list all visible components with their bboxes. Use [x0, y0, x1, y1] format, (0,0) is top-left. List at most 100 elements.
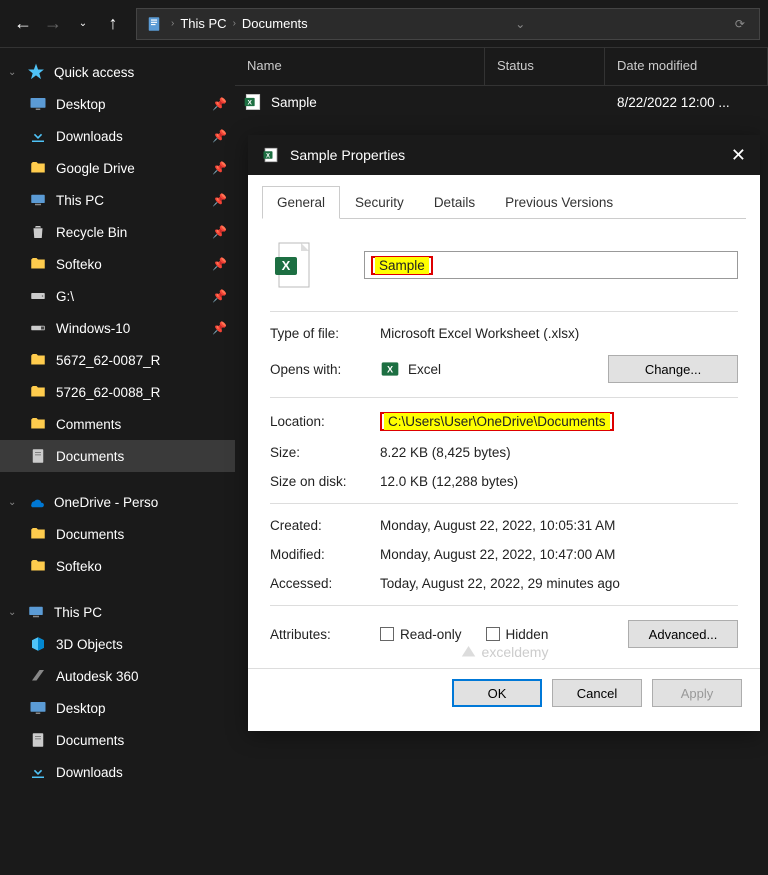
- properties-dialog: X Sample Properties ✕ General Security D…: [248, 135, 760, 731]
- attributes-label: Attributes:: [270, 627, 380, 642]
- downloads-icon: [28, 762, 48, 782]
- dialog-tabs: General Security Details Previous Versio…: [262, 185, 746, 219]
- tab-security[interactable]: Security: [340, 186, 419, 219]
- folder-icon: [28, 350, 48, 370]
- sidebar-item-desktop[interactable]: Desktop 📌: [0, 88, 235, 120]
- hidden-checkbox[interactable]: Hidden: [486, 627, 549, 642]
- sidebar-item-pc-downloads[interactable]: Downloads: [0, 756, 235, 788]
- up-button[interactable]: ↑: [98, 9, 128, 39]
- chevron-down-icon[interactable]: ⌄: [8, 67, 22, 78]
- file-type-icon: X: [270, 237, 316, 293]
- sidebar-item-od-documents[interactable]: Documents: [0, 518, 235, 550]
- sidebar-item-pc-documents[interactable]: Documents: [0, 724, 235, 756]
- type-value: Microsoft Excel Worksheet (.xlsx): [380, 326, 738, 341]
- back-button[interactable]: ←: [8, 9, 38, 39]
- documents-icon: [28, 730, 48, 750]
- pin-icon: 📌: [212, 225, 227, 239]
- forward-button[interactable]: →: [38, 9, 68, 39]
- this-pc[interactable]: ⌄ This PC: [0, 596, 235, 628]
- readonly-label: Read-only: [400, 627, 462, 642]
- svg-text:X: X: [387, 364, 394, 374]
- sidebar-item-windows10[interactable]: Windows-10 📌: [0, 312, 235, 344]
- excel-icon: X: [262, 146, 280, 164]
- excel-app-icon: X: [380, 359, 400, 379]
- navigation-tree[interactable]: ⌄ Quick access Desktop 📌 Downloads 📌 Goo…: [0, 48, 235, 875]
- advanced-button[interactable]: Advanced...: [628, 620, 738, 648]
- sidebar-item-label: This PC: [56, 193, 104, 208]
- thispc-icon: [26, 602, 46, 622]
- size-value: 8.22 KB (8,425 bytes): [380, 445, 738, 460]
- modified-label: Modified:: [270, 547, 380, 562]
- checkbox-icon: [486, 627, 500, 641]
- accessed-value: Today, August 22, 2022, 29 minutes ago: [380, 576, 738, 591]
- dialog-titlebar[interactable]: X Sample Properties ✕: [248, 135, 760, 175]
- tab-previous-versions[interactable]: Previous Versions: [490, 186, 628, 219]
- sidebar-item-autodesk[interactable]: Autodesk 360: [0, 660, 235, 692]
- size-label: Size:: [270, 445, 380, 460]
- column-status[interactable]: Status: [485, 48, 605, 85]
- sidebar-item-pc-desktop[interactable]: Desktop: [0, 692, 235, 724]
- file-row[interactable]: X Sample 8/22/2022 12:00 ...: [235, 86, 768, 118]
- sidebar-item-od-softeko[interactable]: Softeko: [0, 550, 235, 582]
- sidebar-item-recycle-bin[interactable]: Recycle Bin 📌: [0, 216, 235, 248]
- filename-input[interactable]: Sample: [364, 251, 738, 279]
- usb-icon: [28, 318, 48, 338]
- sidebar-item-label: G:\: [56, 289, 74, 304]
- sidebar-item-documents[interactable]: Documents: [0, 440, 235, 472]
- quick-access[interactable]: ⌄ Quick access: [0, 56, 235, 88]
- ok-button[interactable]: OK: [452, 679, 542, 707]
- chevron-down-icon[interactable]: ⌄: [8, 497, 22, 508]
- sidebar-item-label: Desktop: [56, 701, 106, 716]
- cancel-button[interactable]: Cancel: [552, 679, 642, 707]
- column-name[interactable]: Name: [235, 48, 485, 85]
- sidebar-item-label: Downloads: [56, 129, 123, 144]
- location-value: C:\Users\User\OneDrive\Documents: [384, 413, 610, 430]
- svg-text:X: X: [266, 153, 270, 159]
- pin-icon: 📌: [212, 193, 227, 207]
- excel-icon: X: [243, 92, 263, 112]
- sidebar-item-label: Softeko: [56, 257, 102, 272]
- chevron-right-icon: ›: [231, 18, 238, 29]
- history-dropdown[interactable]: ⌄: [68, 9, 98, 39]
- apply-button[interactable]: Apply: [652, 679, 742, 707]
- change-button[interactable]: Change...: [608, 355, 738, 383]
- onedrive[interactable]: ⌄ OneDrive - Perso: [0, 486, 235, 518]
- close-button[interactable]: ✕: [731, 145, 746, 166]
- folder-icon: [28, 524, 48, 544]
- desktop-icon: [28, 698, 48, 718]
- autodesk-icon: [28, 666, 48, 686]
- sidebar-item-3d-objects[interactable]: 3D Objects: [0, 628, 235, 660]
- sidebar-item-downloads[interactable]: Downloads 📌: [0, 120, 235, 152]
- svg-text:X: X: [247, 100, 252, 107]
- sidebar-item-label: Desktop: [56, 97, 106, 112]
- address-dropdown[interactable]: ⌄: [509, 17, 531, 31]
- readonly-checkbox[interactable]: Read-only: [380, 627, 462, 642]
- sidebar-item-folder[interactable]: 5672_62-0087_R: [0, 344, 235, 376]
- sidebar-item-drive-g[interactable]: G:\ 📌: [0, 280, 235, 312]
- sidebar-item-label: Documents: [56, 449, 124, 464]
- created-value: Monday, August 22, 2022, 10:05:31 AM: [380, 518, 738, 533]
- sidebar-item-comments[interactable]: Comments: [0, 408, 235, 440]
- created-label: Created:: [270, 518, 380, 533]
- folder-icon: [28, 556, 48, 576]
- tab-general[interactable]: General: [262, 186, 340, 219]
- sidebar-item-label: Downloads: [56, 765, 123, 780]
- breadcrumb-segment[interactable]: Documents: [238, 16, 312, 31]
- folder-icon: [28, 158, 48, 178]
- sidebar-item-label: Recycle Bin: [56, 225, 127, 240]
- onedrive-icon: [26, 492, 46, 512]
- column-modified[interactable]: Date modified: [605, 48, 768, 85]
- tab-details[interactable]: Details: [419, 186, 490, 219]
- sidebar-item-google-drive[interactable]: Google Drive 📌: [0, 152, 235, 184]
- sidebar-item-folder[interactable]: 5726_62-0088_R: [0, 376, 235, 408]
- address-bar[interactable]: › This PC › Documents ⌄ ⟳: [136, 8, 760, 40]
- sidebar-item-label: Windows-10: [56, 321, 130, 336]
- sidebar-item-softeko[interactable]: Softeko 📌: [0, 248, 235, 280]
- sidebar-item-this-pc[interactable]: This PC 📌: [0, 184, 235, 216]
- file-name: Sample: [271, 95, 497, 110]
- refresh-button[interactable]: ⟳: [729, 17, 751, 31]
- breadcrumb-segment[interactable]: This PC: [176, 16, 230, 31]
- chevron-down-icon[interactable]: ⌄: [8, 607, 22, 618]
- size-on-disk-label: Size on disk:: [270, 474, 380, 489]
- file-list-header: Name Status Date modified: [235, 48, 768, 86]
